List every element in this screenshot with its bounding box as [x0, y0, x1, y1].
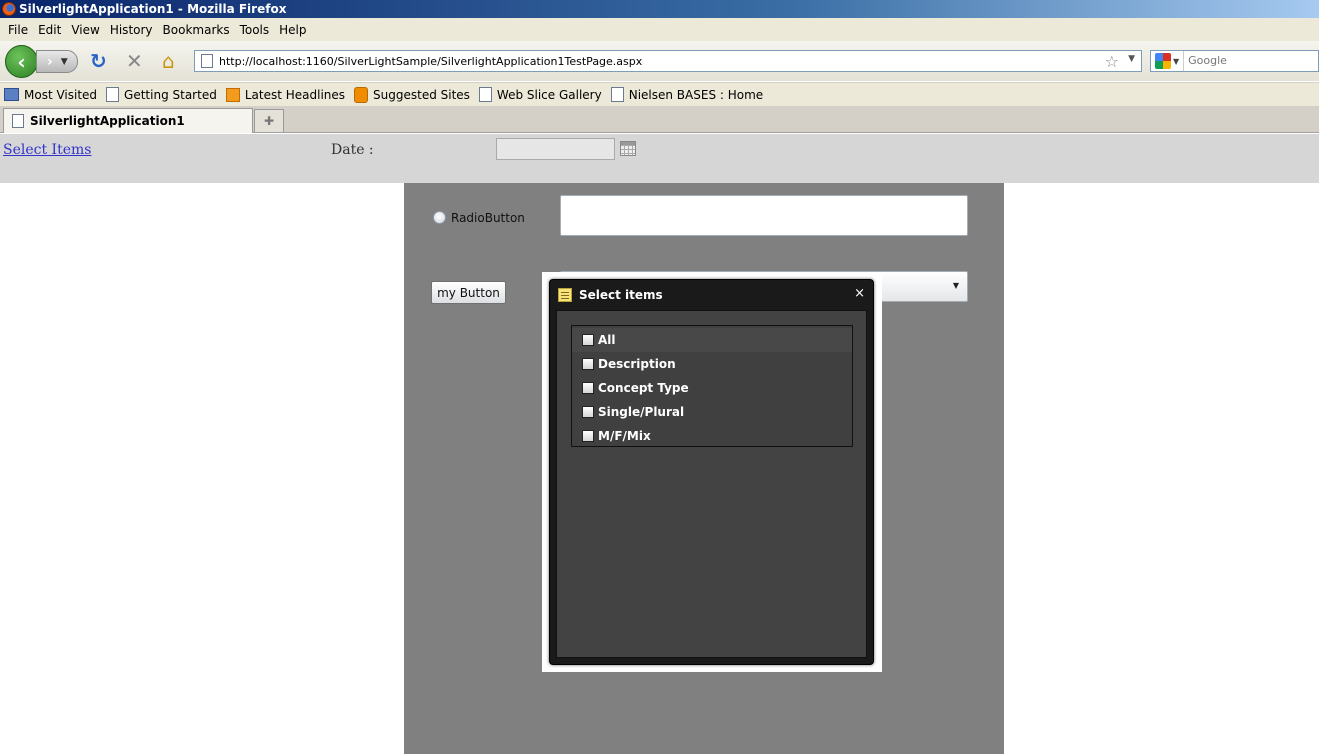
- bookmark-most-visited[interactable]: Most Visited: [4, 88, 97, 102]
- checkbox[interactable]: [582, 430, 594, 442]
- my-button[interactable]: my Button: [431, 281, 506, 304]
- popup-frame: Select items × All Description Concept T…: [542, 272, 882, 672]
- list-item-label: Concept Type: [598, 381, 689, 395]
- list-item-m-f-mix[interactable]: M/F/Mix: [572, 424, 852, 448]
- url-dropdown-icon[interactable]: ▼: [1128, 54, 1135, 64]
- forward-button[interactable]: › ▼: [36, 50, 78, 73]
- tab-silverlightapplication1[interactable]: SilverlightApplication1: [3, 108, 253, 133]
- menu-help[interactable]: Help: [274, 23, 311, 37]
- popup-titlebar[interactable]: Select items: [558, 288, 663, 302]
- back-button[interactable]: ‹: [5, 45, 38, 78]
- bookmark-getting-started[interactable]: Getting Started: [106, 87, 217, 102]
- checkbox[interactable]: [582, 406, 594, 418]
- silverlight-area: RadioButton ▼ my Button Select items × A…: [404, 183, 1004, 754]
- date-input[interactable]: [496, 138, 615, 160]
- close-icon[interactable]: ×: [854, 286, 865, 301]
- tab-strip: SilverlightApplication1 ✚: [0, 106, 1319, 133]
- menu-view[interactable]: View: [66, 23, 104, 37]
- menu-tools[interactable]: Tools: [235, 23, 275, 37]
- window-title: SilverlightApplication1 - Mozilla Firefo…: [19, 2, 287, 16]
- tab-label: SilverlightApplication1: [30, 114, 185, 128]
- menu-history[interactable]: History: [105, 23, 158, 37]
- list-item-all[interactable]: All: [572, 328, 852, 352]
- bookmark-star-icon[interactable]: ☆: [1105, 52, 1119, 71]
- popup-body: All Description Concept Type Single/Plur…: [556, 310, 867, 658]
- list-item-concept-type[interactable]: Concept Type: [572, 376, 852, 400]
- menu-edit[interactable]: Edit: [33, 23, 66, 37]
- site-page-icon: [201, 54, 213, 68]
- window-titlebar: SilverlightApplication1 - Mozilla Firefo…: [0, 0, 1319, 18]
- list-item-label: M/F/Mix: [598, 429, 651, 443]
- list-item-label: Description: [598, 357, 676, 371]
- search-placeholder[interactable]: Google: [1183, 51, 1227, 71]
- google-icon[interactable]: [1155, 53, 1171, 69]
- list-item-description[interactable]: Description: [572, 352, 852, 376]
- bookmark-latest-headlines[interactable]: Latest Headlines: [225, 87, 345, 102]
- popup-title: Select items: [579, 288, 663, 302]
- page-icon: [610, 87, 624, 102]
- search-box[interactable]: ▼ Google: [1150, 50, 1319, 72]
- history-dropdown-icon[interactable]: ▼: [61, 57, 68, 67]
- text-input[interactable]: [560, 195, 968, 236]
- forward-arrow-icon: ›: [47, 53, 53, 70]
- checkbox[interactable]: [582, 382, 594, 394]
- page-icon: [478, 87, 492, 102]
- bookmark-nielsen-bases[interactable]: Nielsen BASES : Home: [610, 87, 763, 102]
- most-visited-icon: [4, 88, 19, 101]
- home-icon[interactable]: ⌂: [162, 51, 175, 71]
- rss-icon: [225, 87, 240, 102]
- select-items-popup: Select items × All Description Concept T…: [549, 279, 874, 665]
- bookmarks-toolbar: Most Visited Getting Started Latest Head…: [0, 82, 1319, 106]
- back-arrow-icon: ‹: [17, 49, 26, 74]
- suggested-sites-icon: [354, 86, 369, 103]
- radio-button[interactable]: [433, 211, 446, 224]
- bookmark-suggested-sites[interactable]: Suggested Sites: [354, 86, 470, 103]
- page-icon: [106, 87, 120, 102]
- new-tab-button[interactable]: ✚: [254, 109, 284, 132]
- search-engine-dropdown-icon[interactable]: ▼: [1173, 57, 1179, 66]
- checkbox[interactable]: [582, 334, 594, 346]
- menu-bar: File Edit View History Bookmarks Tools H…: [0, 18, 1319, 41]
- url-text[interactable]: http://localhost:1160/SilverLightSample/…: [219, 55, 642, 68]
- page-header: Select Items Date :: [0, 134, 1319, 183]
- bookmark-web-slice-gallery[interactable]: Web Slice Gallery: [478, 87, 602, 102]
- list-item-label: Single/Plural: [598, 405, 685, 419]
- new-tab-icon: ✚: [263, 114, 275, 128]
- note-icon: [558, 288, 572, 302]
- checkbox[interactable]: [582, 358, 594, 370]
- tab-page-icon: [12, 114, 24, 128]
- date-label: Date :: [331, 142, 374, 158]
- list-item-single-plural[interactable]: Single/Plural: [572, 400, 852, 424]
- firefox-logo-icon: [2, 2, 16, 16]
- address-bar[interactable]: http://localhost:1160/SilverLightSample/…: [194, 50, 1142, 72]
- reload-icon[interactable]: ↻: [90, 51, 107, 71]
- calendar-icon[interactable]: [620, 141, 636, 156]
- list-item-label: All: [598, 333, 616, 347]
- stop-icon[interactable]: ✕: [126, 51, 143, 71]
- menu-bookmarks[interactable]: Bookmarks: [158, 23, 235, 37]
- menu-file[interactable]: File: [3, 23, 33, 37]
- select-items-link[interactable]: Select Items: [3, 142, 91, 158]
- chevron-down-icon[interactable]: ▼: [953, 281, 959, 290]
- items-checkbox-list: All Description Concept Type Single/Plur…: [571, 325, 853, 447]
- radio-button-label[interactable]: RadioButton: [451, 211, 525, 225]
